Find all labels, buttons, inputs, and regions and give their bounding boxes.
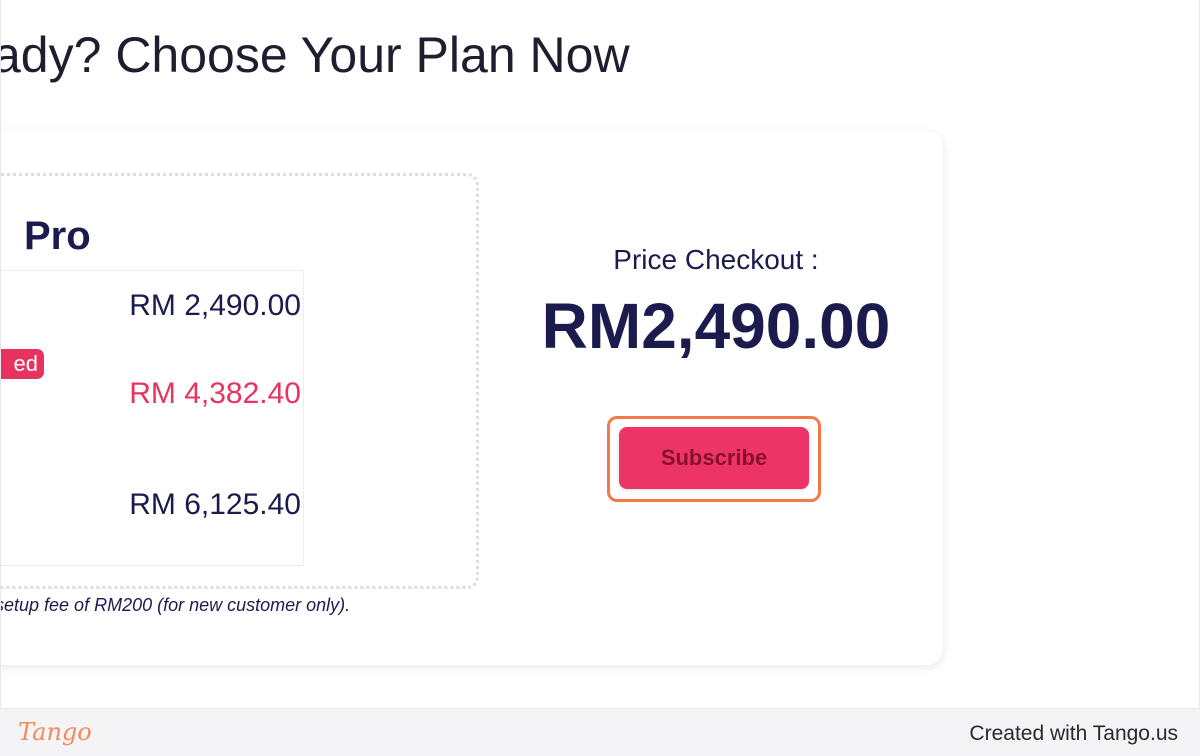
plan-box: Pro RM 2,490.00 ed RM 4,382.40 RM 6,125.… <box>1 173 479 589</box>
pricing-card: Pro RM 2,490.00 ed RM 4,382.40 RM 6,125.… <box>0 131 943 665</box>
footer: Tango Created with Tango.us <box>0 710 1200 756</box>
plan-name: Pro <box>24 214 91 258</box>
page: ady? Choose Your Plan Now Pro RM 2,490.0… <box>0 0 1200 709</box>
checkout-label: Price Checkout : <box>613 244 819 275</box>
price-option-1: RM 2,490.00 <box>129 289 301 322</box>
price-option-2: RM 4,382.40 <box>129 377 301 410</box>
page-headline: ady? Choose Your Plan Now <box>0 27 630 83</box>
checkout-total: RM2,490.00 <box>541 290 891 362</box>
tango-logo[interactable]: Tango <box>18 718 92 746</box>
setup-fee-note: setup fee of RM200 (for new customer onl… <box>0 595 351 615</box>
footer-credit[interactable]: Created with Tango.us <box>969 722 1178 746</box>
price-option-3: RM 6,125.40 <box>129 488 301 521</box>
recommended-badge: ed <box>1 349 44 379</box>
price-table: RM 2,490.00 ed RM 4,382.40 RM 6,125.40 <box>1 270 304 566</box>
subscribe-button[interactable]: Subscribe <box>619 427 809 489</box>
